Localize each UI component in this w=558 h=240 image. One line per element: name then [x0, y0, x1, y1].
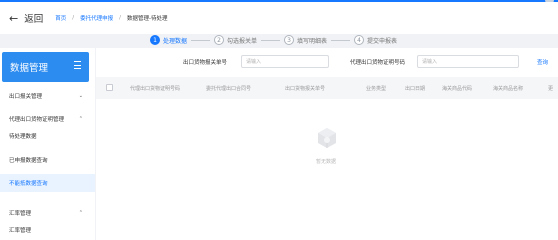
- step-4-number: 4: [354, 35, 365, 45]
- breadcrumb-home[interactable]: 首页: [55, 14, 66, 22]
- column-header[interactable]: 出口货物报关单号: [285, 85, 325, 92]
- back-button[interactable]: 返回: [24, 11, 43, 25]
- certificate-number-placeholder: 请输入: [422, 59, 438, 65]
- certificate-number-label: 代理出口货物证明号码: [350, 60, 406, 66]
- sidebar-header: 数据管理: [2, 52, 89, 82]
- step-2-label: 勾选报关单: [227, 37, 258, 45]
- certificate-number-input[interactable]: 请输入: [417, 55, 519, 68]
- main-content: 出口货物报关单号 请输入 代理出口货物证明号码 请输入 查询 代理出口货物证明号…: [96, 48, 558, 240]
- column-header[interactable]: 委托代理出口合同号: [206, 85, 251, 92]
- sidebar-item-exchange-rate[interactable]: 汇率管理 ⌃: [0, 206, 95, 220]
- step-4-label: 提交申报表: [367, 37, 398, 45]
- chevron-up-icon: ⌃: [78, 210, 83, 216]
- column-header[interactable]: 业务类型: [366, 85, 386, 92]
- breadcrumb-separator: /: [119, 15, 121, 21]
- back-arrow-icon[interactable]: ←: [9, 13, 18, 24]
- breadcrumb-separator: /: [72, 15, 75, 21]
- step-3-number: 3: [284, 35, 295, 45]
- step-2[interactable]: 2 勾选报关单: [214, 35, 257, 45]
- sidebar-item-declared-query[interactable]: 已申报数据查询: [0, 153, 95, 167]
- sidebar-item-pending-data[interactable]: 待处理数据: [0, 129, 95, 143]
- breadcrumb-current: 数据管理-待处理: [126, 16, 168, 22]
- sidebar-item-label: 汇率管理: [9, 228, 32, 234]
- step-connector: [191, 39, 211, 41]
- customs-number-input[interactable]: 请输入: [241, 55, 329, 68]
- step-1-label: 处理数据: [163, 37, 188, 45]
- sidebar-item-label: 已申报数据查询: [9, 158, 48, 164]
- step-3-label: 填写明细表: [297, 37, 328, 45]
- breadcrumb-agency-declaration[interactable]: 委托代理申报: [80, 14, 113, 22]
- sidebar: 数据管理 出口报关管理 ⌄ 代理出口货物证明管理 ⌃ 待处理数据 已申报数据查询…: [0, 48, 95, 240]
- empty-box-icon: [318, 128, 336, 148]
- query-button[interactable]: 查询: [537, 58, 548, 66]
- process-stepper: 1 处理数据 2 勾选报关单 3 填写明细表 4 提交申报表: [150, 32, 397, 48]
- sidebar-item-label: 待处理数据: [9, 134, 37, 140]
- step-3[interactable]: 3 填写明细表: [284, 35, 327, 45]
- empty-state-text: 暂无数据: [316, 159, 337, 165]
- step-2-number: 2: [214, 35, 225, 45]
- sidebar-item-label: 不能抵数据查询: [9, 181, 48, 187]
- sidebar-title: 数据管理: [10, 63, 49, 74]
- column-header[interactable]: 海关商品代码: [442, 85, 472, 92]
- customs-number-label: 出口货物报关单号: [183, 60, 228, 66]
- customs-number-placeholder: 请输入: [246, 59, 262, 65]
- sidebar-item-label: 代理出口货物证明管理: [9, 117, 65, 123]
- select-all-checkbox[interactable]: [106, 84, 113, 91]
- table-header: 代理出口货物证明号码 委托代理出口合同号 出口货物报关单号 业务类型 出口日期 …: [96, 77, 558, 99]
- step-connector: [331, 39, 351, 41]
- chevron-down-icon: ⌄: [78, 93, 83, 99]
- column-header[interactable]: 更: [548, 85, 553, 92]
- sidebar-item-label: 汇率管理: [9, 211, 32, 217]
- sidebar-item-exchange-rate-sub[interactable]: 汇率管理: [0, 223, 95, 237]
- sidebar-item-label: 出口报关管理: [9, 94, 43, 100]
- step-1[interactable]: 1 处理数据: [150, 35, 187, 45]
- breadcrumb-bar: ← 返回 首页 / 委托代理申报 / 数据管理-待处理: [0, 2, 558, 34]
- column-header[interactable]: 出口日期: [405, 85, 425, 92]
- menu-toggle-icon[interactable]: [74, 61, 82, 71]
- sidebar-item-customs-management[interactable]: 出口报关管理 ⌄: [0, 89, 95, 103]
- step-1-number: 1: [150, 35, 160, 45]
- sidebar-item-rejected-query[interactable]: 不能抵数据查询: [0, 174, 95, 192]
- chevron-up-icon: ⌃: [78, 116, 83, 122]
- column-header[interactable]: 代理出口货物证明号码: [130, 85, 180, 92]
- sidebar-item-agency-certificate[interactable]: 代理出口货物证明管理 ⌃: [0, 112, 95, 126]
- app-window: ← 返回 首页 / 委托代理申报 / 数据管理-待处理 1 处理数据 2 勾选报…: [0, 0, 558, 240]
- step-4[interactable]: 4 提交申报表: [354, 35, 397, 45]
- step-connector: [261, 39, 281, 41]
- column-header[interactable]: 海关商品名称: [493, 85, 523, 92]
